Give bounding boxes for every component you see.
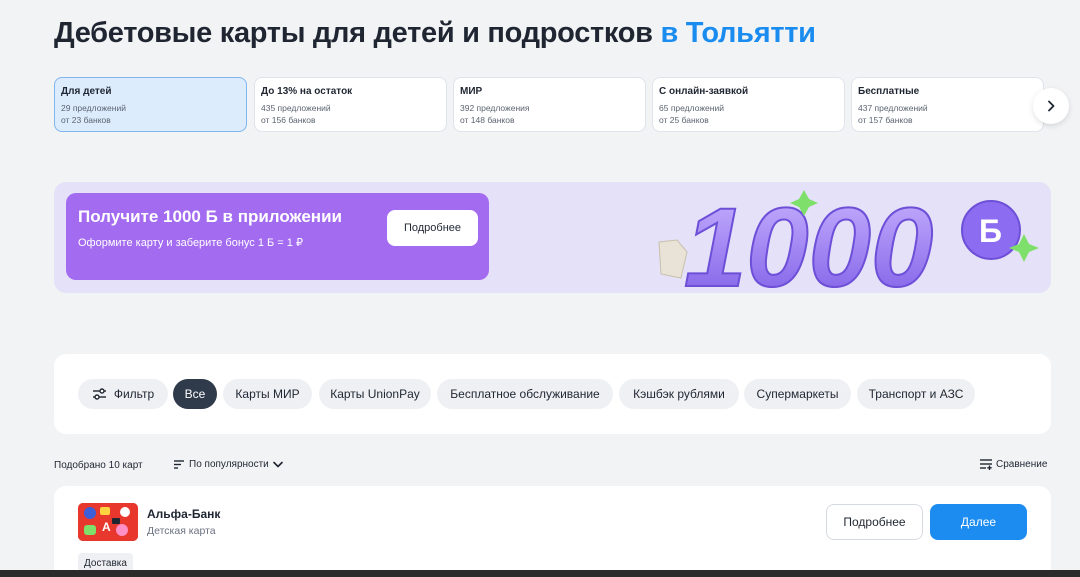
promo-banner: Получите 1000 Б в приложении Оформите ка… xyxy=(54,182,1051,293)
category-count: 392 предложения xyxy=(460,103,530,113)
category-banks: от 156 банков xyxy=(261,115,316,125)
category-banks: от 148 банков xyxy=(460,115,515,125)
city-link[interactable]: в Тольятти xyxy=(660,17,815,49)
chip-cashback[interactable]: Кэшбэк рублями xyxy=(619,379,739,409)
filter-bar: Фильтр Все Карты МИР Карты UnionPay Бесп… xyxy=(54,354,1051,434)
category-count: 435 предложений xyxy=(261,103,331,113)
page-title: Дебетовые карты для детей и подростков в… xyxy=(54,17,816,50)
category-banks: от 157 банков xyxy=(858,115,913,125)
sort-dropdown[interactable]: По популярности xyxy=(174,459,287,470)
chevron-down-icon xyxy=(272,461,283,468)
offer-details-button[interactable]: Подробнее xyxy=(826,504,923,540)
sliders-icon xyxy=(92,388,107,400)
category-banks: от 23 банков xyxy=(61,115,111,125)
bonus-letter: Б xyxy=(979,213,1002,249)
chip-transport[interactable]: Транспорт и АЗС xyxy=(857,379,975,409)
categories-next-button[interactable] xyxy=(1033,88,1069,124)
bonus-1000-illustration: 1000 Б xyxy=(658,184,1039,293)
offer-next-button[interactable]: Далее xyxy=(930,504,1027,540)
category-title: МИР xyxy=(460,86,483,97)
category-title: Бесплатные xyxy=(858,86,920,97)
bottom-bar xyxy=(0,570,1080,577)
category-card-interest[interactable]: До 13% на остаток 435 предложений от 156… xyxy=(254,77,447,132)
promo-title: Получите 1000 Б в приложении xyxy=(78,207,342,226)
chip-unionpay[interactable]: Карты UnionPay xyxy=(319,379,431,409)
category-card-online[interactable]: С онлайн-заявкой 65 предложений от 25 ба… xyxy=(652,77,845,132)
promo-details-button[interactable]: Подробнее xyxy=(387,210,478,246)
bank-name[interactable]: Альфа-Банк xyxy=(147,507,220,521)
category-card-mir[interactable]: МИР 392 предложения от 148 банков xyxy=(453,77,646,132)
category-row: Для детей 29 предложений от 23 банков До… xyxy=(54,77,1044,132)
category-title: С онлайн-заявкой xyxy=(659,86,749,97)
chip-free-service[interactable]: Бесплатное обслуживание xyxy=(437,379,613,409)
compare-icon xyxy=(980,459,992,470)
category-count: 29 предложений xyxy=(61,103,126,113)
category-card-free[interactable]: Бесплатные 437 предложений от 157 банков xyxy=(851,77,1044,132)
card-type: Детская карта xyxy=(147,525,216,537)
chip-supermarkets[interactable]: Супермаркеты xyxy=(744,379,851,409)
promo-card: Получите 1000 Б в приложении Оформите ка… xyxy=(66,193,489,280)
category-count: 437 предложений xyxy=(858,103,928,113)
chip-mir[interactable]: Карты МИР xyxy=(223,379,312,409)
category-banks: от 25 банков xyxy=(659,115,709,125)
category-title: До 13% на остаток xyxy=(261,86,353,97)
category-title: Для детей xyxy=(61,86,112,97)
svg-text:A: A xyxy=(102,520,111,534)
promo-subtitle: Оформите карту и заберите бонус 1 Б = 1 … xyxy=(78,237,303,249)
category-card-kids[interactable]: Для детей 29 предложений от 23 банков xyxy=(54,77,247,132)
compare-label: Сравнение xyxy=(996,458,1048,470)
chip-all[interactable]: Все xyxy=(173,379,217,409)
kids-card-image: A xyxy=(78,503,138,541)
sort-label: По популярности xyxy=(189,459,269,470)
category-count: 65 предложений xyxy=(659,103,724,113)
filter-button[interactable]: Фильтр xyxy=(78,379,168,409)
filter-label: Фильтр xyxy=(113,387,155,401)
result-count: Подобрано 10 карт xyxy=(54,460,143,471)
sort-icon xyxy=(174,460,184,469)
page-title-text: Дебетовые карты для детей и подростков xyxy=(54,17,653,49)
chevron-right-icon xyxy=(1048,100,1055,112)
offer-card: A Альфа-Банк Детская карта Подробнее Дал… xyxy=(54,486,1051,577)
compare-link[interactable]: Сравнение xyxy=(980,458,1047,470)
